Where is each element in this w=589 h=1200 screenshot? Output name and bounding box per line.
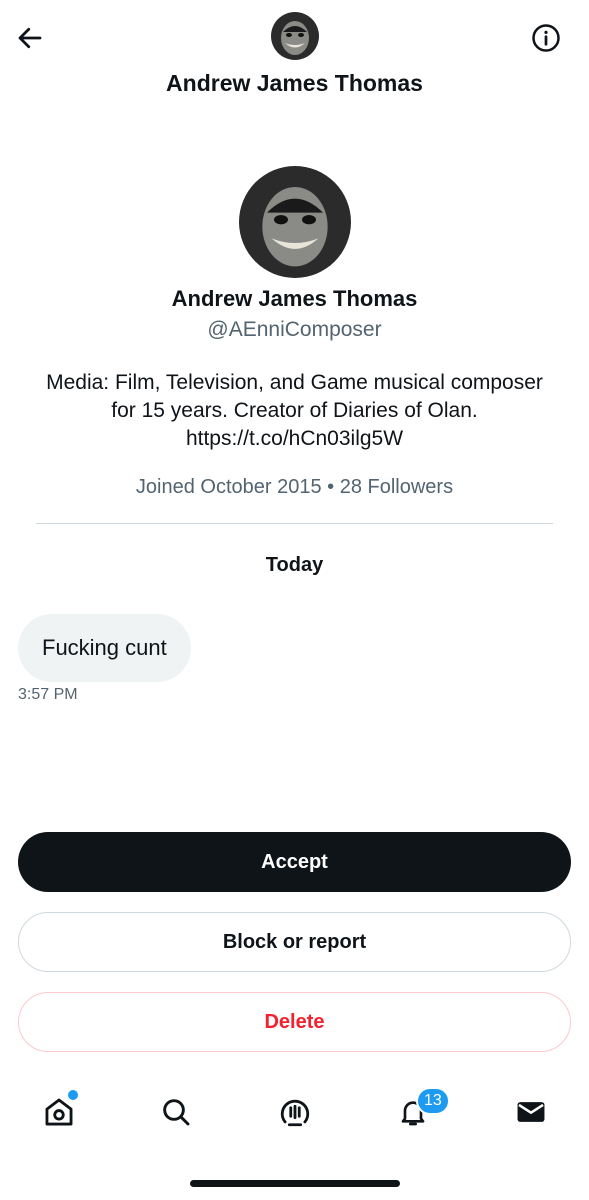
nav-spaces[interactable]	[270, 1088, 320, 1136]
header-avatar[interactable]	[271, 12, 319, 60]
block-or-report-button[interactable]: Block or report	[18, 912, 571, 972]
arrow-left-icon	[18, 27, 42, 49]
home-indicator	[190, 1180, 400, 1187]
avatar-image	[271, 12, 319, 60]
accept-button[interactable]: Accept	[18, 832, 571, 892]
message-timestamp: 3:57 PM	[18, 686, 78, 703]
message-text: Fucking cunt	[42, 635, 167, 660]
profile-avatar[interactable]	[239, 166, 351, 278]
profile-bio: Media: Film, Television, and Game musica…	[46, 371, 543, 450]
spaces-icon	[280, 1099, 310, 1127]
message-bubble[interactable]: Fucking cunt	[18, 614, 191, 682]
mail-icon	[517, 1102, 545, 1122]
profile-name: Andrew James Thomas	[171, 286, 418, 311]
info-icon	[532, 24, 560, 52]
date-separator: Today	[265, 554, 324, 576]
home-notification-dot	[66, 1088, 80, 1102]
back-button[interactable]	[10, 18, 50, 58]
divider	[36, 523, 553, 524]
profile-meta: Joined October 2015 • 28 Followers	[135, 476, 454, 498]
delete-button[interactable]: Delete	[18, 992, 571, 1052]
search-icon	[163, 1099, 190, 1126]
info-button[interactable]	[526, 18, 566, 58]
avatar-image	[239, 166, 351, 278]
notification-badge: 13	[416, 1087, 450, 1115]
profile-handle: @AEnniComposer	[207, 318, 382, 341]
nav-messages[interactable]	[506, 1088, 556, 1136]
header-title: Andrew James Thomas	[166, 70, 423, 96]
nav-search[interactable]	[151, 1088, 201, 1136]
